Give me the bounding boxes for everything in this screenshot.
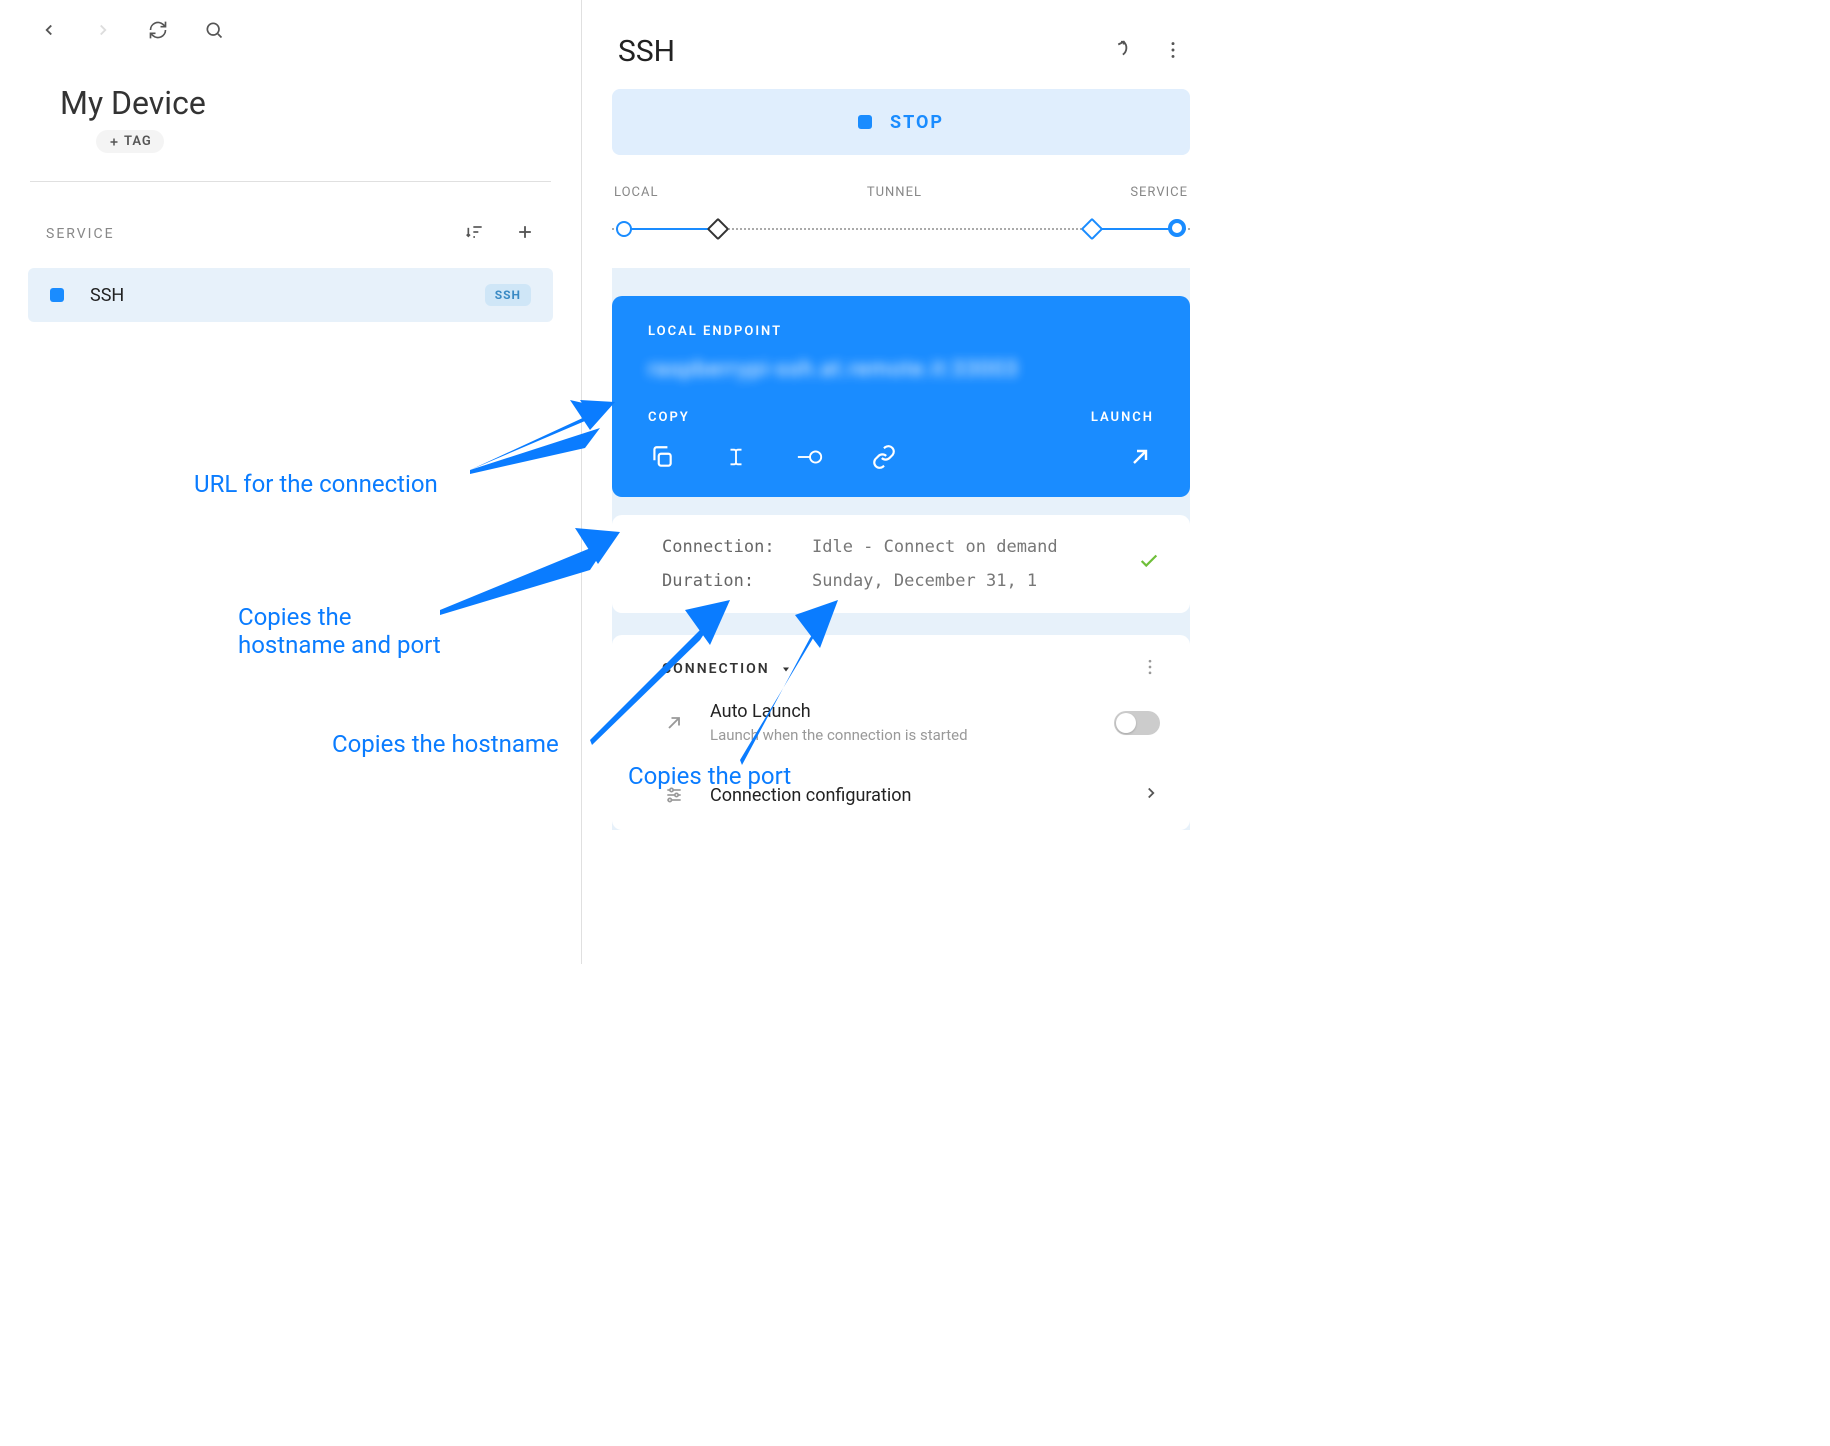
forward-button[interactable] bbox=[94, 21, 112, 43]
toolbar bbox=[0, 0, 581, 64]
arrow-icon bbox=[720, 590, 870, 770]
copy-label: COPY bbox=[648, 410, 898, 425]
service-name: SSH bbox=[90, 285, 485, 306]
connection-more-icon[interactable] bbox=[1140, 657, 1160, 681]
stop-label: STOP bbox=[890, 112, 944, 133]
route-diagram bbox=[612, 214, 1190, 244]
copy-hostname-icon[interactable] bbox=[722, 443, 750, 471]
stop-icon bbox=[858, 115, 872, 129]
page-title: SSH bbox=[618, 34, 675, 69]
back-button[interactable] bbox=[40, 21, 58, 43]
device-title: My Device bbox=[60, 84, 521, 122]
route-tunnel-label: TUNNEL bbox=[867, 185, 922, 200]
copy-port-icon[interactable] bbox=[796, 443, 824, 471]
add-tag-button[interactable]: TAG bbox=[96, 130, 164, 153]
search-button[interactable] bbox=[204, 20, 224, 44]
arrow-icon bbox=[450, 400, 620, 480]
add-service-button[interactable] bbox=[515, 222, 535, 246]
endpoint-label: LOCAL ENDPOINT bbox=[648, 324, 1154, 339]
route-local-label: LOCAL bbox=[614, 185, 658, 200]
check-icon bbox=[1138, 550, 1160, 578]
service-badge: SSH bbox=[485, 284, 531, 306]
route-service-label: SERVICE bbox=[1130, 185, 1188, 200]
stop-button[interactable]: STOP bbox=[612, 89, 1190, 155]
annotation-hostname: Copies the hostname bbox=[332, 730, 559, 758]
chevron-right-icon bbox=[1142, 784, 1160, 806]
share-button[interactable] bbox=[1110, 39, 1132, 65]
service-row-ssh[interactable]: SSH SSH bbox=[28, 268, 553, 322]
tag-label: TAG bbox=[124, 134, 152, 149]
status-indicator-icon bbox=[50, 288, 64, 302]
annotation-host-port: Copies the hostname and port bbox=[238, 603, 441, 659]
endpoint-url: raspberrypi-ssh.at.remote.it:33003 bbox=[648, 357, 1154, 382]
copy-link-icon[interactable] bbox=[870, 443, 898, 471]
more-menu-button[interactable] bbox=[1162, 39, 1184, 65]
connection-label: Connection: bbox=[662, 537, 792, 557]
connection-value: Idle - Connect on demand bbox=[812, 537, 1118, 557]
duration-value: Sunday, December 31, 1 bbox=[812, 571, 1118, 591]
duration-label: Duration: bbox=[662, 571, 792, 591]
launch-icon[interactable] bbox=[1126, 443, 1154, 471]
copy-host-port-icon[interactable] bbox=[648, 443, 676, 471]
auto-launch-toggle[interactable] bbox=[1114, 711, 1160, 735]
endpoint-card: LOCAL ENDPOINT raspberrypi-ssh.at.remote… bbox=[612, 296, 1190, 497]
annotation-url: URL for the connection bbox=[194, 470, 438, 498]
service-section-label: SERVICE bbox=[46, 226, 115, 242]
sort-button[interactable] bbox=[465, 222, 485, 246]
launch-label: LAUNCH bbox=[1091, 410, 1154, 425]
refresh-button[interactable] bbox=[148, 20, 168, 44]
